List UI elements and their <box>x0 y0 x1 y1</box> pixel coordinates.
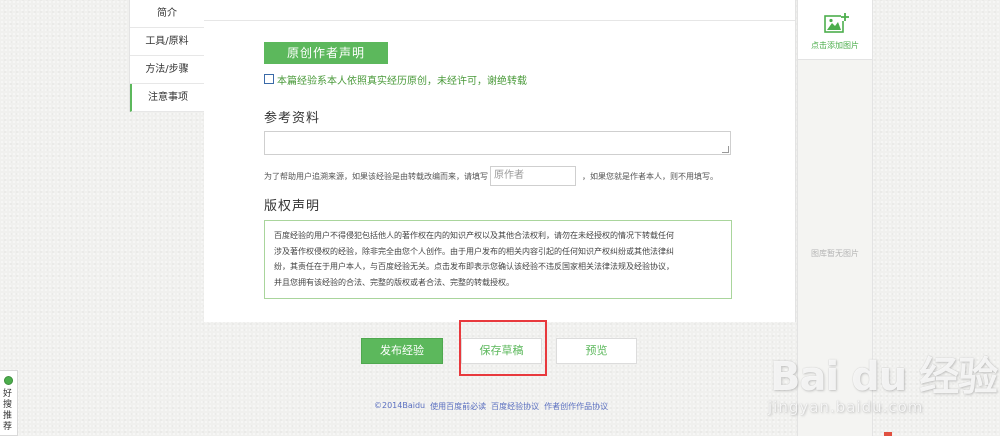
save-draft-button[interactable]: 保存草稿 <box>461 338 542 364</box>
recommend-widget[interactable]: 好搜推荐 <box>0 370 18 436</box>
watermark-url: jingyan.baidu.com <box>768 398 924 416</box>
reference-title: 参考资料 <box>264 111 321 126</box>
watermark-logo: Bai du 经验 <box>770 354 998 400</box>
original-author-badge: 原创作者声明 <box>264 42 388 64</box>
original-statement-label[interactable]: 本篇经验系本人依照真实经历原创，未经许可，谢绝转载 <box>277 72 527 87</box>
nav-item-tools[interactable]: 工具/原料 <box>130 28 204 56</box>
recommend-dot-icon <box>4 376 13 385</box>
corner-mark <box>884 432 892 436</box>
recommend-label: 好搜推荐 <box>3 389 13 432</box>
footer-link-terms[interactable]: 使用百度前必读 <box>430 401 486 412</box>
footer-link-author-agreement[interactable]: 作者创作作品协议 <box>544 401 608 412</box>
copyright-title: 版权声明 <box>264 199 321 214</box>
add-image-icon <box>824 12 850 38</box>
reference-help-row: 为了帮助用户追溯来源，如果该经验是由转载改编而来，请填写 原作者 ，如果您就是作… <box>264 166 718 186</box>
divider <box>204 20 795 21</box>
help-text-prefix: 为了帮助用户追溯来源，如果该经验是由转载改编而来，请填写 <box>264 171 488 181</box>
original-statement-row: 本篇经验系本人依照真实经历原创，未经许可，谢绝转载 <box>264 72 527 87</box>
nav-item-notes[interactable]: 注意事项 <box>130 84 204 112</box>
help-text-suffix: ，如果您就是作者本人，则不用填写。 <box>582 171 718 181</box>
preview-button[interactable]: 预览 <box>556 338 637 364</box>
footer-link-agreement[interactable]: 百度经验协议 <box>491 401 539 412</box>
original-author-input[interactable]: 原作者 <box>490 166 576 186</box>
gallery-empty-text: 图库暂无图片 <box>811 249 859 258</box>
copyright-line: 并且您拥有该经验的合法、完整的版权或者合法、完整的转载授权。 <box>274 277 514 287</box>
copyright-notice: 百度经验的用户不得侵犯包括他人的著作权在内的知识产权以及其他合法权利，请勿在未经… <box>264 220 732 299</box>
copyright-line: 百度经验的用户不得侵犯包括他人的著作权在内的知识产权以及其他合法权利，请勿在未经… <box>274 231 674 240</box>
editor-card: 原创作者声明 本篇经验系本人依照真实经历原创，未经许可，谢绝转载 参考资料 为了… <box>204 0 796 322</box>
add-image-label: 点击添加图片 <box>811 41 859 50</box>
nav-item-steps[interactable]: 方法/步骤 <box>130 56 204 84</box>
copyright-line: 涉及著作权侵权的经验，除非完全由您个人创作。由于用户发布的相关内容引起的任何知识… <box>274 246 674 256</box>
nav-item-intro[interactable]: 简介 <box>130 0 204 28</box>
original-checkbox[interactable] <box>264 74 274 84</box>
baidu-jingyan-watermark: Bai du 经验 jingyan.baidu.com <box>752 318 998 436</box>
step-nav: 简介 工具/原料 方法/步骤 注意事项 <box>129 0 204 112</box>
add-image-button[interactable]: 点击添加图片 <box>797 0 873 60</box>
copyright-line: 纷，其责任在于用户本人，与百度经验无关。点击发布即表示您确认该经验不违反国家相关… <box>274 262 674 271</box>
footer-copyright: ©2014Baidu <box>374 401 426 410</box>
reference-textarea[interactable] <box>264 131 731 155</box>
publish-button[interactable]: 发布经验 <box>361 338 443 364</box>
footer: ©2014Baidu 使用百度前必读 百度经验协议 作者创作作品协议 <box>374 401 608 412</box>
